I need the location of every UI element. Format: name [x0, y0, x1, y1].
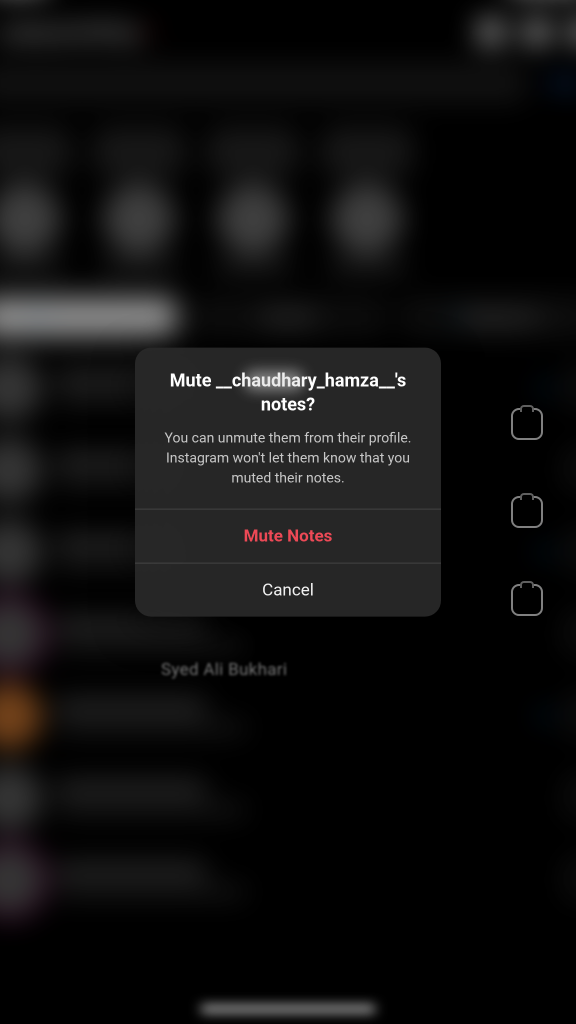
dialog-description: You can unmute them from their profile. … [155, 428, 421, 489]
home-indicator [201, 1006, 376, 1012]
dialog-title: Mute __chaudhary_hamza__'s notes? [155, 370, 421, 419]
cancel-button[interactable]: Cancel [135, 563, 441, 617]
mute-notes-dialog: Mute __chaudhary_hamza__'s notes? You ca… [135, 348, 441, 617]
mute-notes-button[interactable]: Mute Notes [135, 509, 441, 563]
